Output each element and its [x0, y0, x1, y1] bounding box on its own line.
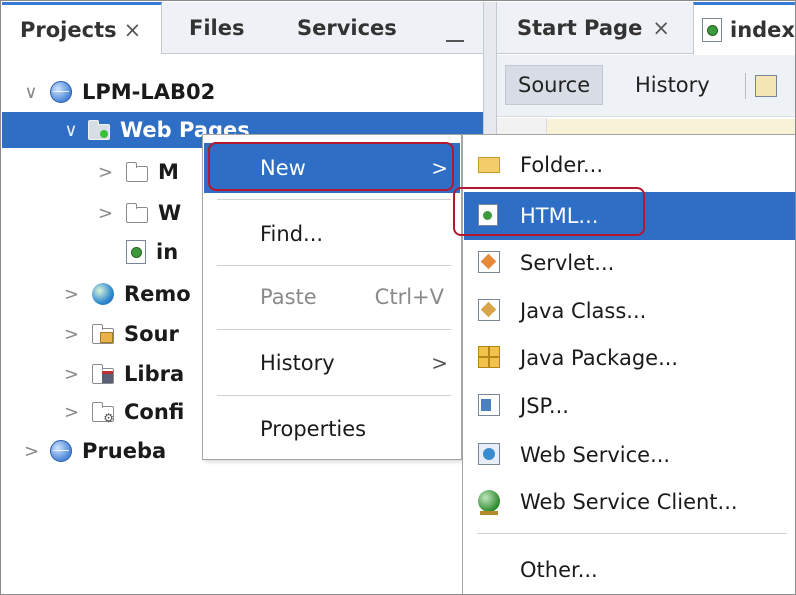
menu-item-label: Find... — [260, 222, 324, 246]
chevron-down-icon[interactable]: ∨ — [64, 120, 78, 141]
submenu-item-java-package[interactable]: Java Package... — [464, 334, 795, 382]
tab-services[interactable]: Services — [297, 2, 397, 54]
menu-separator — [217, 329, 451, 330]
servlet-icon — [478, 251, 500, 273]
tab-projects[interactable]: Projects × — [2, 2, 162, 55]
close-icon[interactable]: × — [652, 16, 670, 40]
tab-index[interactable]: index — [693, 2, 795, 55]
tab-start-page[interactable]: Start Page × — [517, 2, 670, 54]
chevron-right-icon[interactable]: > — [24, 441, 39, 462]
java-package-icon — [478, 346, 500, 368]
menu-item-label: History — [260, 351, 335, 375]
tab-index-label: index — [730, 18, 795, 42]
tree-node-label: in — [156, 240, 179, 264]
minimize-icon[interactable] — [446, 40, 464, 42]
tab-files[interactable]: Files — [189, 2, 244, 54]
tab-projects-label: Projects — [20, 18, 117, 42]
submenu-item-label: Java Package... — [520, 346, 679, 370]
folder-icon — [125, 203, 148, 223]
remote-files-icon — [92, 283, 114, 305]
tree-node-label: LPM-LAB02 — [82, 80, 216, 104]
menu-item-properties[interactable]: Properties — [204, 401, 460, 457]
chevron-right-icon[interactable]: > — [98, 162, 113, 183]
globe-icon — [50, 440, 72, 462]
close-icon[interactable]: × — [124, 18, 142, 42]
submenu-item-other[interactable]: Other... — [464, 546, 795, 594]
submenu-item-label: Java Class... — [520, 299, 647, 323]
chevron-right-icon[interactable]: > — [64, 324, 79, 345]
tree-node-label: M — [158, 160, 179, 184]
submenu-item-label: JSP... — [520, 394, 569, 418]
library-folder-icon — [91, 364, 114, 384]
submenu-item-web-service[interactable]: Web Service... — [464, 431, 795, 479]
submenu-item-web-service-client[interactable]: Web Service Client... — [464, 478, 795, 526]
tree-node-label: W — [158, 201, 182, 225]
html-file-icon — [126, 240, 146, 264]
menu-separator — [217, 199, 451, 200]
tree-node-label: Libra — [124, 362, 185, 386]
source-button[interactable]: Source — [505, 65, 604, 105]
chevron-right-icon[interactable]: > — [64, 284, 79, 305]
history-button[interactable]: History — [623, 65, 722, 105]
source-folder-icon — [91, 324, 114, 344]
tree-node-label: Sour — [124, 322, 179, 346]
menu-separator — [217, 395, 451, 396]
menu-item-label: Paste — [260, 285, 317, 309]
menu-separator — [217, 265, 451, 266]
submenu-item-servlet[interactable]: Servlet... — [464, 239, 795, 287]
web-folder-icon — [87, 120, 110, 140]
submenu-item-jsp[interactable]: JSP... — [464, 382, 795, 430]
java-class-icon — [478, 299, 500, 321]
web-service-icon — [478, 443, 500, 465]
chevron-right-icon[interactable]: > — [64, 402, 79, 423]
tab-files-label: Files — [189, 16, 245, 40]
highlight-box-new — [208, 142, 454, 191]
left-panel-tabbar: Projects × Files Services — [2, 2, 483, 55]
submenu-item-label: Other... — [520, 558, 598, 582]
ide-window: Projects × Files Services ∨ LPM-LAB02 ∨ … — [0, 0, 796, 595]
toolbar-separator — [745, 73, 746, 99]
web-service-client-icon — [478, 490, 500, 515]
tab-services-label: Services — [297, 16, 397, 40]
submenu-item-label: Servlet... — [520, 251, 615, 275]
tab-start-page-label: Start Page — [517, 16, 643, 40]
tree-node-label: Remo — [124, 282, 191, 306]
menu-item-paste[interactable]: Paste Ctrl+V — [204, 269, 460, 325]
jsp-icon — [478, 394, 500, 416]
paste-shortcut: Ctrl+V — [374, 285, 444, 309]
tree-node-lpm-lab02[interactable]: ∨ LPM-LAB02 — [2, 74, 483, 110]
folder-icon — [125, 162, 148, 182]
last-edit-icon[interactable] — [755, 75, 777, 97]
menu-item-history[interactable]: History > — [204, 335, 460, 391]
globe-icon — [50, 81, 72, 103]
html-file-icon — [702, 18, 722, 42]
config-folder-icon — [91, 402, 114, 425]
chevron-right-icon[interactable]: > — [98, 203, 113, 224]
tree-node-label: Prueba — [82, 439, 167, 463]
menu-item-find[interactable]: Find... — [204, 205, 460, 263]
submenu-item-java-class[interactable]: Java Class... — [464, 287, 795, 335]
submenu-item-label: Web Service Client... — [520, 490, 738, 514]
chevron-right-icon: > — [431, 351, 448, 375]
submenu-item-label: Folder... — [520, 153, 603, 177]
submenu-item-folder[interactable]: Folder... — [464, 141, 795, 189]
tree-node-label: Confi — [124, 400, 185, 424]
chevron-down-icon[interactable]: ∨ — [24, 82, 38, 103]
menu-item-label: Properties — [260, 417, 367, 441]
submenu-item-label: Web Service... — [520, 443, 671, 467]
submenu-separator — [477, 533, 787, 534]
editor-tabbar: Start Page × index — [497, 2, 795, 55]
folder-icon — [478, 157, 500, 173]
highlight-box-html — [453, 187, 645, 236]
chevron-right-icon[interactable]: > — [64, 364, 79, 385]
editor-toolbar: Source History — [497, 55, 795, 117]
